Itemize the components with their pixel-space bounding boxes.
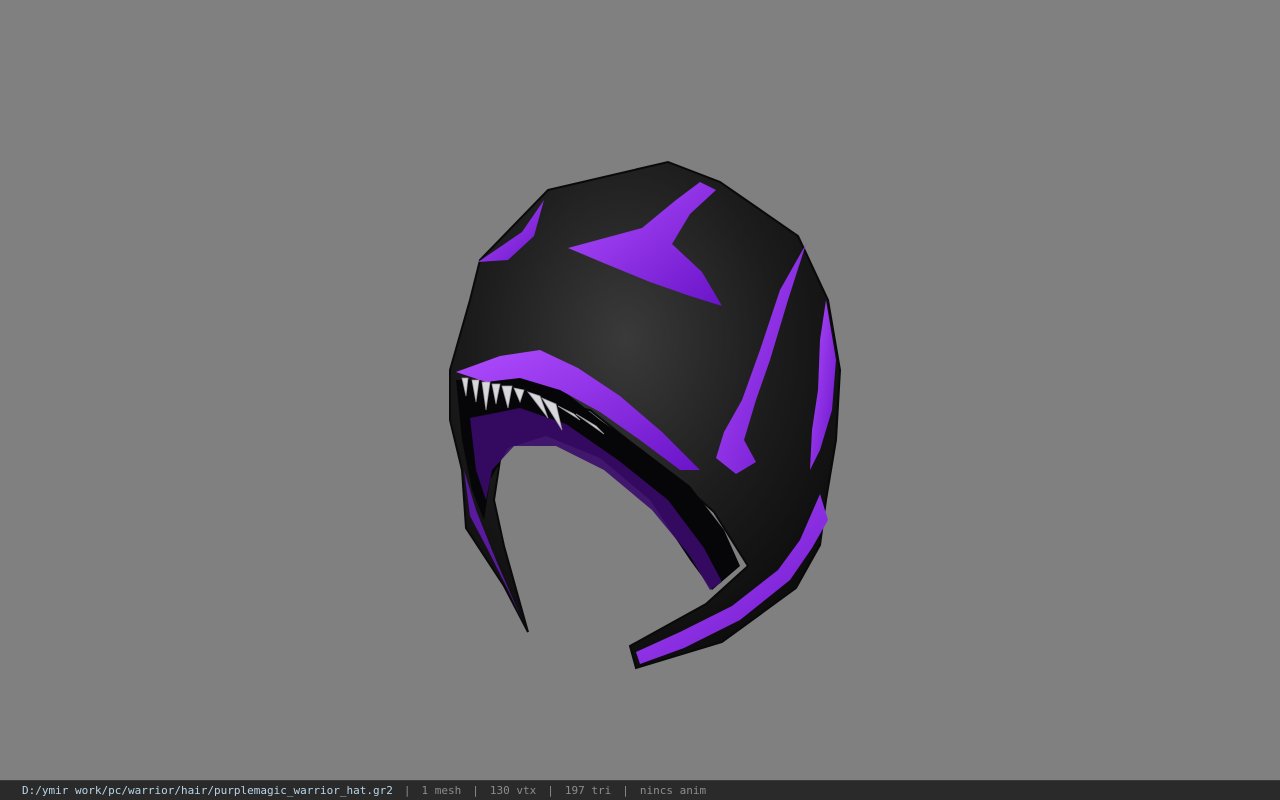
separator: | — [472, 784, 479, 797]
hood-helmet-model — [449, 160, 842, 670]
vertex-count: 130 vtx — [489, 784, 537, 797]
triangle-count: 197 tri — [564, 784, 612, 797]
mesh-count: 1 mesh — [421, 784, 462, 797]
separator: | — [622, 784, 629, 797]
status-bar: D:/ymir work/pc/warrior/hair/purplemagic… — [0, 780, 1280, 800]
3d-viewport[interactable] — [0, 0, 1280, 780]
separator: | — [403, 784, 411, 797]
anim-status: nincs anim — [639, 784, 707, 797]
separator: | — [547, 784, 554, 797]
file-path: D:/ymir work/pc/warrior/hair/purplemagic… — [22, 784, 393, 797]
